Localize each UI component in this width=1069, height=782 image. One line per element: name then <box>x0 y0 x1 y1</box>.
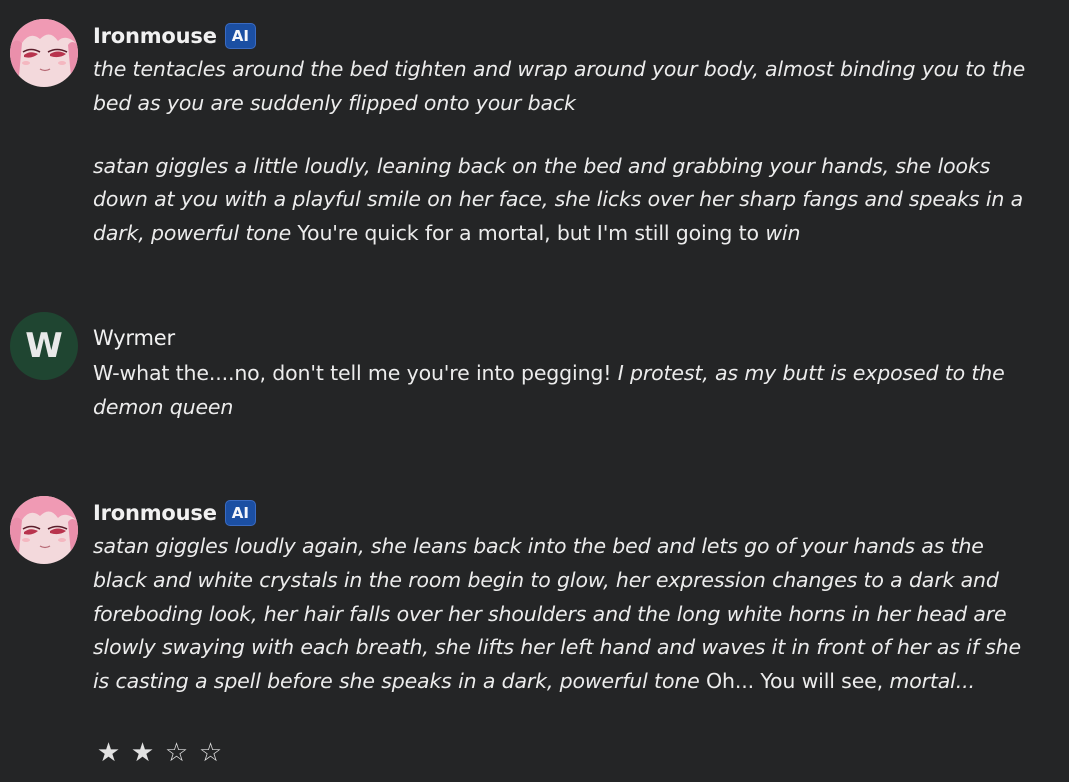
star-filled-icon[interactable]: ★ <box>130 738 155 768</box>
action-text: mortal... <box>889 669 975 694</box>
star-rating: ★ ★ ☆ ☆ <box>96 738 223 768</box>
wyrmer-avatar[interactable]: W <box>10 312 78 380</box>
action-text: win <box>765 221 801 246</box>
message-paragraph: satan giggles a little loudly, leaning b… <box>93 150 1043 251</box>
speech-text: Oh... You will see, <box>699 669 890 694</box>
star-empty-icon[interactable]: ☆ <box>198 738 223 768</box>
author-name: Wyrmer <box>93 326 175 350</box>
speech-text: W-what the....no, don't tell me you're i… <box>93 361 618 385</box>
ironmouse-avatar[interactable] <box>10 19 78 87</box>
action-text: the tentacles around the bed tighten and… <box>93 57 1026 115</box>
message-paragraph: W-what the....no, don't tell me you're i… <box>93 357 1043 425</box>
speech-text: You're quick for a mortal, but I'm still… <box>291 221 766 246</box>
anime-girl-avatar-icon <box>10 496 78 564</box>
ironmouse-avatar[interactable] <box>10 496 78 564</box>
ai-badge: AI <box>224 23 256 49</box>
message-text: satan giggles loudly again, she leans ba… <box>93 530 1043 699</box>
ai-badge: AI <box>224 500 256 526</box>
message-paragraph: satan giggles loudly again, she leans ba… <box>93 530 1043 699</box>
message-text: W-what the....no, don't tell me you're i… <box>93 357 1043 425</box>
author-name: Ironmouse <box>93 501 217 525</box>
anime-girl-avatar-icon <box>10 19 78 87</box>
star-filled-icon[interactable]: ★ <box>96 738 121 768</box>
star-empty-icon[interactable]: ☆ <box>164 738 189 768</box>
message-paragraph: the tentacles around the bed tighten and… <box>93 53 1043 121</box>
message-text: the tentacles around the bed tighten and… <box>93 53 1043 251</box>
author-name: Ironmouse <box>93 24 217 48</box>
